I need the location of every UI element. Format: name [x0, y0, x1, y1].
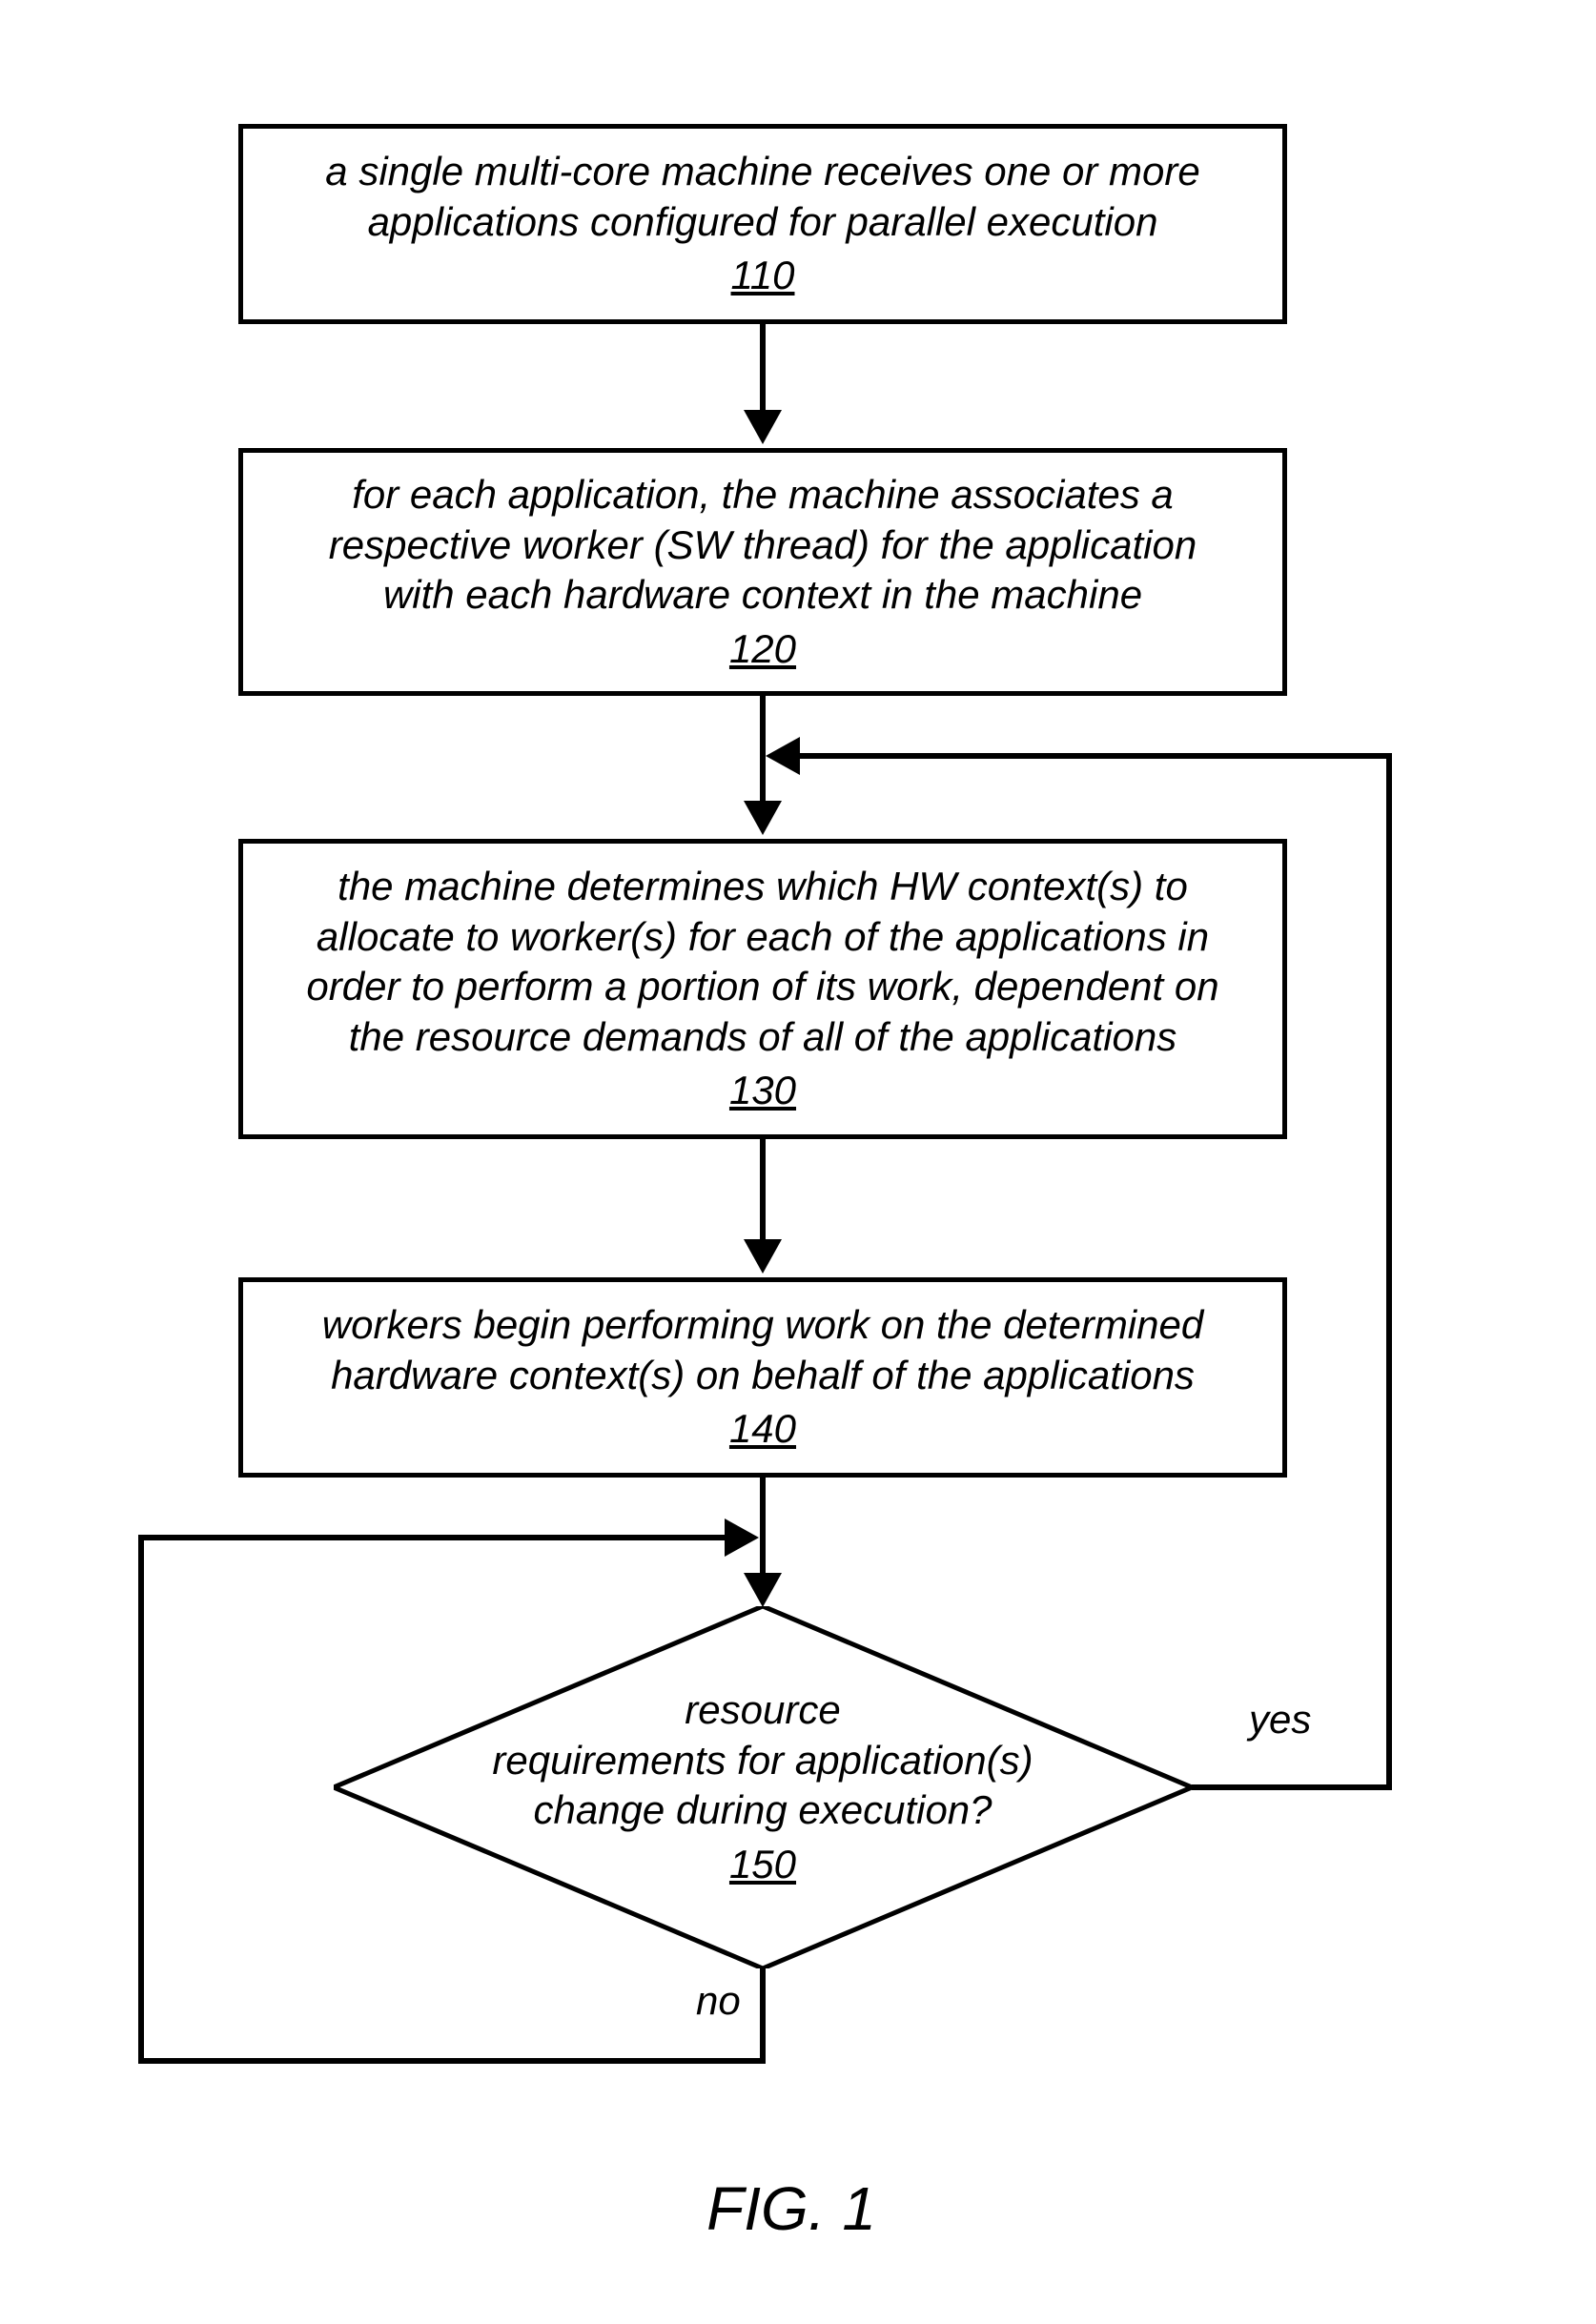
box-ref-number: 130: [729, 1066, 796, 1116]
decision-text-line: change during execution?: [533, 1785, 992, 1836]
box-text-line: hardware context(s) on behalf of the app…: [331, 1351, 1195, 1401]
arrow-segment: [760, 1968, 766, 2064]
box-text-line: a single multi-core machine receives one…: [325, 147, 1199, 197]
decision-text: resource requirements for application(s)…: [334, 1606, 1192, 1968]
edge-label-no: no: [696, 1978, 741, 2024]
arrow-segment: [1192, 1784, 1392, 1790]
decision-text-line: resource: [685, 1685, 840, 1736]
arrow-segment: [760, 324, 766, 418]
box-ref-number: 110: [731, 251, 795, 301]
arrow-segment: [760, 1478, 766, 1580]
box-text-line: order to perform a portion of its work, …: [306, 962, 1218, 1012]
arrow-head-icon: [744, 801, 782, 835]
arrow-segment: [760, 1139, 766, 1247]
box-text-line: applications configured for parallel exe…: [368, 197, 1158, 248]
arrow-head-icon: [744, 1239, 782, 1274]
decision-ref-number: 150: [729, 1840, 796, 1890]
figure-caption: FIG. 1: [648, 2173, 934, 2244]
arrow-head-icon: [744, 410, 782, 444]
box-text-line: allocate to worker(s) for each of the ap…: [317, 912, 1209, 963]
arrow-segment: [1386, 753, 1392, 1790]
box-ref-number: 140: [729, 1404, 796, 1455]
decision-text-line: requirements for application(s): [492, 1736, 1033, 1786]
decision-diamond-150: resource requirements for application(s)…: [334, 1606, 1192, 1968]
box-text-line: respective worker (SW thread) for the ap…: [329, 520, 1197, 571]
arrow-segment: [138, 1535, 144, 2064]
figure-page: a single multi-core machine receives one…: [0, 0, 1596, 2324]
process-box-130: the machine determines which HW context(…: [238, 839, 1287, 1139]
process-box-120: for each application, the machine associ…: [238, 448, 1287, 696]
edge-label-yes: yes: [1249, 1697, 1311, 1743]
arrow-head-icon: [744, 1573, 782, 1607]
box-text-line: with each hardware context in the machin…: [383, 570, 1142, 621]
process-box-140: workers begin performing work on the det…: [238, 1277, 1287, 1478]
box-text-line: workers begin performing work on the det…: [322, 1300, 1203, 1351]
arrow-segment: [799, 753, 1392, 759]
arrow-head-icon: [766, 737, 800, 775]
box-ref-number: 120: [729, 624, 796, 675]
arrow-segment: [138, 1535, 729, 1540]
box-text-line: the resource demands of all of the appli…: [349, 1012, 1177, 1063]
arrow-head-icon: [725, 1519, 759, 1557]
process-box-110: a single multi-core machine receives one…: [238, 124, 1287, 324]
box-text-line: for each application, the machine associ…: [352, 470, 1174, 520]
arrow-segment: [138, 2058, 766, 2064]
box-text-line: the machine determines which HW context(…: [338, 862, 1188, 912]
